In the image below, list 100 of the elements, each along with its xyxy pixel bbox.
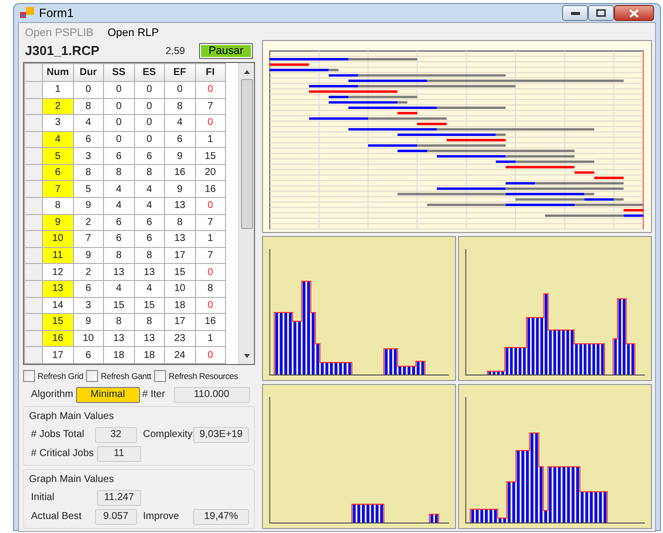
checkbox-label: Refresh Resources	[168, 370, 238, 383]
table-cell: 4	[134, 180, 164, 198]
value-field: 11.247	[97, 490, 141, 506]
table-cell: 9	[164, 148, 195, 164]
table-cell: 0	[134, 98, 164, 115]
table-cell: 0	[104, 82, 134, 98]
table-cell: 8	[73, 98, 104, 115]
table-cell: 9	[42, 214, 73, 231]
menu-item[interactable]: Open RLP	[108, 25, 159, 38]
table-cell: 6	[73, 346, 104, 364]
column-header[interactable]: EF	[164, 64, 195, 82]
algorithm-label: Algorithm	[31, 388, 74, 402]
value-field: 32	[94, 426, 137, 443]
table-cell: 0	[195, 297, 226, 314]
algorithm-field[interactable]: Minimal	[76, 386, 140, 403]
table-cell: 13	[104, 330, 134, 347]
table-cell: 0	[195, 346, 226, 364]
column-header[interactable]: FI	[195, 64, 226, 82]
table-cell: 0	[195, 82, 226, 98]
table-cell: 15	[164, 264, 195, 280]
table-cell: 16	[42, 330, 73, 347]
table-cell: 15	[134, 297, 164, 314]
table-cell: 6	[134, 230, 164, 248]
table-cell: 8	[42, 198, 73, 214]
table-cell: 6	[134, 214, 164, 231]
table-cell: 7	[195, 98, 226, 115]
table-cell: 6	[104, 148, 134, 164]
table-cell: 8	[164, 214, 195, 231]
table-cell: 4	[134, 280, 164, 298]
window-title: Form1	[39, 5, 74, 22]
table-cell: 13	[134, 330, 164, 347]
table-cell: 8	[134, 247, 164, 264]
table-cell: 15	[42, 314, 73, 330]
table-cell: 6	[164, 131, 195, 148]
table-cell: 23	[164, 330, 195, 347]
file-name: J301_1.RCP	[25, 42, 100, 60]
field-label: Improve	[143, 510, 180, 524]
value-field: 19,47%	[193, 508, 249, 525]
table-cell: 24	[164, 346, 195, 364]
table-cell: 6	[73, 280, 104, 298]
table-cell: 16	[195, 180, 226, 198]
table-cell: 13	[134, 264, 164, 280]
table-cell: 11	[42, 247, 73, 264]
table-cell: 18	[104, 346, 134, 364]
table-cell: 1	[195, 330, 226, 347]
table-cell: 18	[164, 297, 195, 314]
elapsed-time: 2,59	[166, 44, 185, 58]
table-cell: 4	[104, 180, 134, 198]
value-field: 9,03E+19	[193, 426, 249, 443]
table-cell: 9	[73, 198, 104, 214]
table-cell: 13	[104, 264, 134, 280]
table-cell: 7	[42, 180, 73, 198]
table-cell: 0	[134, 82, 164, 98]
group-title: Graph Main Values	[29, 410, 115, 424]
pause-button[interactable]: Pausar	[199, 43, 253, 59]
column-header[interactable]: SS	[104, 64, 134, 82]
table-cell: 17	[42, 346, 73, 364]
table-cell: 7	[195, 247, 226, 264]
table-cell: 4	[164, 114, 195, 132]
table-cell: 3	[73, 148, 104, 164]
value-field: 11	[97, 446, 141, 462]
table-cell: 0	[104, 131, 134, 148]
table-cell: 4	[104, 198, 134, 214]
column-header[interactable]: Num	[42, 64, 73, 82]
table-cell: 0	[195, 264, 226, 280]
table-cell: 6	[73, 131, 104, 148]
table-cell: 2	[42, 98, 73, 115]
field-label: Complexity	[143, 428, 194, 442]
table-cell: 4	[42, 131, 73, 148]
table-cell: 0	[164, 82, 195, 98]
checkbox-label: Refresh Gantt	[100, 370, 152, 383]
table-cell: 0	[195, 198, 226, 214]
table-cell: 12	[42, 264, 73, 280]
table-cell: 2	[73, 264, 104, 280]
table-cell: 17	[164, 314, 195, 330]
table-cell: 7	[195, 214, 226, 231]
table-cell: 8	[104, 314, 134, 330]
table-cell: 9	[73, 247, 104, 264]
table-cell: 6	[104, 230, 134, 248]
table-cell: 8	[164, 98, 195, 115]
table-cell: 13	[164, 198, 195, 214]
table-cell: 13	[42, 280, 73, 298]
table-cell: 8	[134, 164, 164, 181]
column-header[interactable]: Dur	[73, 64, 104, 82]
table-cell: 1	[195, 230, 226, 248]
table-cell: 4	[134, 198, 164, 214]
table-cell: 13	[164, 230, 195, 248]
table-cell: 8	[134, 314, 164, 330]
iterations-label: # Iter	[142, 388, 166, 402]
field-label: # Critical Jobs	[31, 447, 95, 462]
iterations-field: 110.000	[174, 386, 250, 403]
table-cell: 3	[42, 114, 73, 132]
field-label: Initial	[31, 491, 56, 506]
table-cell: 5	[42, 148, 73, 164]
table-cell: 10	[73, 330, 104, 347]
table-cell: 0	[195, 114, 226, 132]
table-cell: 17	[164, 247, 195, 264]
field-label: # Jobs Total	[31, 428, 86, 442]
column-header[interactable]: ES	[134, 64, 164, 82]
value-field: 9.057	[94, 508, 137, 525]
